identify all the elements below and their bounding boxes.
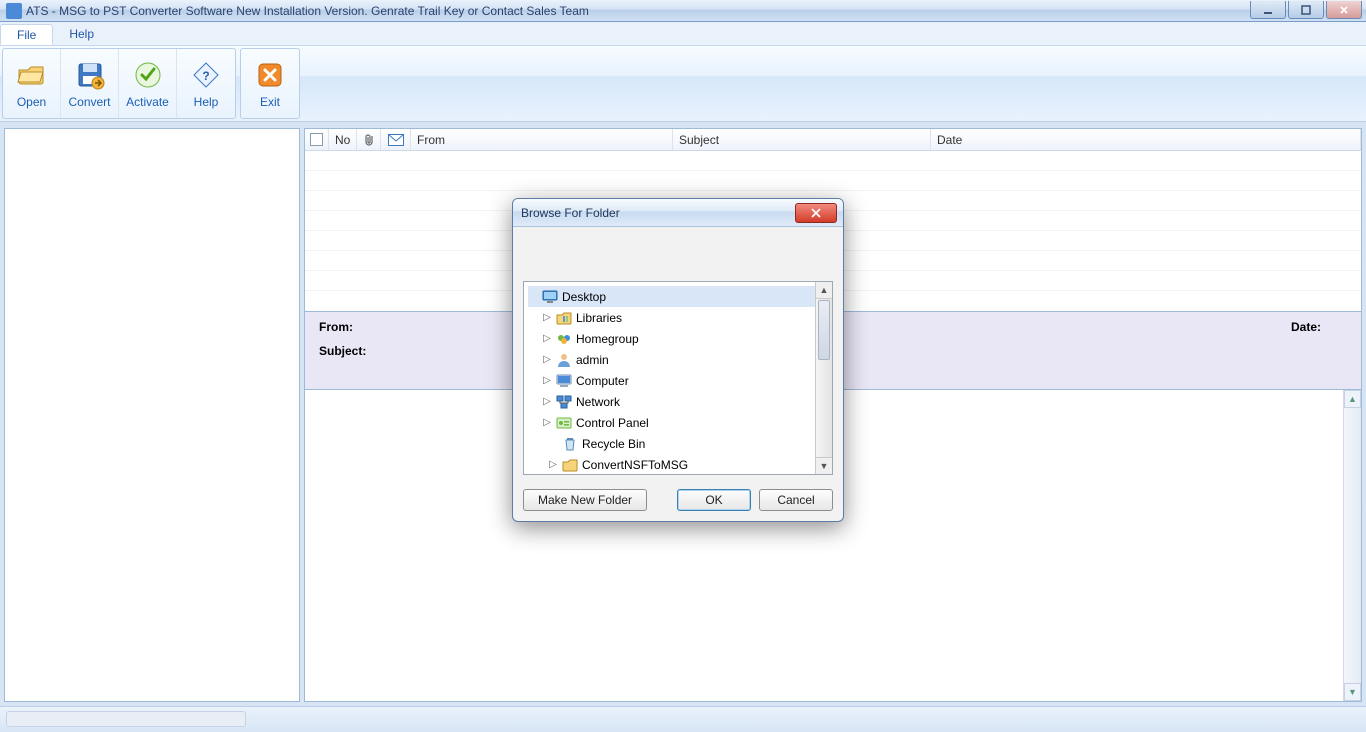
tree-expander-icon[interactable]: ▷: [548, 459, 558, 470]
header-date[interactable]: Date: [931, 129, 1361, 150]
folder-tree[interactable]: Desktop ▷ Libraries ▷ Homegroup ▷ admin ▷ Comput…: [524, 282, 832, 474]
statusbar: [0, 706, 1366, 732]
tree-expander-icon[interactable]: ▷: [542, 333, 552, 344]
help-label: Help: [194, 95, 219, 109]
scroll-down-icon[interactable]: ▼: [816, 457, 832, 474]
scroll-up-icon[interactable]: ▲: [1344, 390, 1361, 408]
header-from[interactable]: From: [411, 129, 673, 150]
tree-item-desktop[interactable]: Desktop: [528, 286, 828, 307]
from-label: From:: [319, 320, 353, 334]
homegroup-icon: [556, 331, 572, 347]
tree-expander-icon[interactable]: ▷: [542, 375, 552, 386]
tree-item-libraries[interactable]: ▷ Libraries: [528, 307, 828, 328]
header-subject[interactable]: Subject: [673, 129, 931, 150]
folder-open-icon: [16, 59, 48, 91]
tree-item-label: Homegroup: [576, 332, 639, 346]
table-row[interactable]: [305, 151, 1361, 171]
envelope-icon[interactable]: [381, 129, 411, 150]
window-controls: [1248, 0, 1362, 19]
tree-expander-icon[interactable]: ▷: [542, 396, 552, 407]
activate-check-icon: [132, 59, 164, 91]
exit-button[interactable]: Exit: [241, 49, 299, 118]
exit-icon: [254, 59, 286, 91]
subject-label: Subject:: [319, 344, 366, 358]
cpanel-icon: [556, 415, 572, 431]
minimize-button[interactable]: [1250, 1, 1286, 19]
tree-expander-icon[interactable]: ▷: [542, 312, 552, 323]
exit-label: Exit: [260, 95, 280, 109]
titlebar: ATS - MSG to PST Converter Software New …: [0, 0, 1366, 22]
activate-button[interactable]: Activate: [119, 49, 177, 118]
table-row[interactable]: [305, 171, 1361, 191]
desktop-icon: [542, 289, 558, 305]
convert-label: Convert: [68, 95, 110, 109]
tree-item-admin[interactable]: ▷ admin: [528, 349, 828, 370]
tree-item-label: Recycle Bin: [582, 437, 645, 451]
dialog-close-button[interactable]: [795, 203, 837, 223]
scroll-up-icon[interactable]: ▲: [816, 282, 832, 299]
scroll-down-icon[interactable]: ▼: [1344, 683, 1361, 701]
tree-item-recycle-bin[interactable]: Recycle Bin: [528, 433, 828, 454]
tree-item-control-panel[interactable]: ▷ Control Panel: [528, 412, 828, 433]
tree-item-label: Computer: [576, 374, 629, 388]
tree-item-label: Libraries: [576, 311, 622, 325]
computer-icon: [556, 373, 572, 389]
grid-header: No From Subject Date: [305, 129, 1361, 151]
tree-item-homegroup[interactable]: ▷ Homegroup: [528, 328, 828, 349]
tree-item-label: ConvertNSFToMSG: [582, 458, 688, 472]
menu-help[interactable]: Help: [53, 22, 110, 45]
ribbon-group-main: Open Convert Activate ? Help: [2, 48, 236, 119]
browse-folder-dialog: Browse For Folder Desktop ▷ Libraries ▷ Home…: [512, 198, 844, 522]
activate-label: Activate: [126, 95, 169, 109]
disk-convert-icon: [74, 59, 106, 91]
date-label: Date:: [1291, 320, 1321, 334]
window-title: ATS - MSG to PST Converter Software New …: [26, 4, 589, 18]
recycle-icon: [562, 436, 578, 452]
convert-button[interactable]: Convert: [61, 49, 119, 118]
make-new-folder-button[interactable]: Make New Folder: [523, 489, 647, 511]
dialog-button-row: Make New Folder OK Cancel: [523, 489, 833, 511]
folder-icon: [562, 457, 578, 473]
tree-item-label: Control Panel: [576, 416, 649, 430]
attachment-icon[interactable]: [357, 129, 381, 150]
network-icon: [556, 394, 572, 410]
dialog-title: Browse For Folder: [513, 199, 843, 227]
svg-text:?: ?: [202, 69, 209, 83]
scroll-thumb[interactable]: [818, 300, 830, 360]
header-checkbox[interactable]: [305, 129, 329, 150]
ribbon-group-exit: Exit: [240, 48, 300, 119]
help-button[interactable]: ? Help: [177, 49, 235, 118]
tree-item-label: Network: [576, 395, 620, 409]
tree-item-label: Desktop: [562, 290, 606, 304]
tree-item-label: admin: [576, 353, 609, 367]
open-label: Open: [17, 95, 46, 109]
tree-item-network[interactable]: ▷ Network: [528, 391, 828, 412]
tree-expander-icon[interactable]: ▷: [542, 417, 552, 428]
open-button[interactable]: Open: [3, 49, 61, 118]
maximize-button[interactable]: [1288, 1, 1324, 19]
tree-item-convertnsftomsg[interactable]: ▷ ConvertNSFToMSG: [528, 454, 828, 474]
cancel-button[interactable]: Cancel: [759, 489, 833, 511]
libraries-icon: [556, 310, 572, 326]
header-no[interactable]: No: [329, 129, 357, 150]
help-diamond-icon: ?: [190, 59, 222, 91]
status-chunk: [6, 711, 246, 727]
tree-item-computer[interactable]: ▷ Computer: [528, 370, 828, 391]
folder-tree-pane[interactable]: [4, 128, 300, 702]
ok-button[interactable]: OK: [677, 489, 751, 511]
tree-expander-icon[interactable]: ▷: [542, 354, 552, 365]
user-icon: [556, 352, 572, 368]
body-scrollbar[interactable]: ▲ ▼: [1343, 390, 1361, 701]
close-button[interactable]: [1326, 1, 1362, 19]
app-icon: [6, 3, 22, 19]
dialog-tree-container: Desktop ▷ Libraries ▷ Homegroup ▷ admin ▷ Comput…: [523, 281, 833, 475]
ribbon: Open Convert Activate ? Help Exit: [0, 46, 1366, 122]
menu-file[interactable]: File: [0, 24, 53, 45]
menubar: File Help: [0, 22, 1366, 46]
dialog-scrollbar[interactable]: ▲ ▼: [815, 282, 832, 474]
